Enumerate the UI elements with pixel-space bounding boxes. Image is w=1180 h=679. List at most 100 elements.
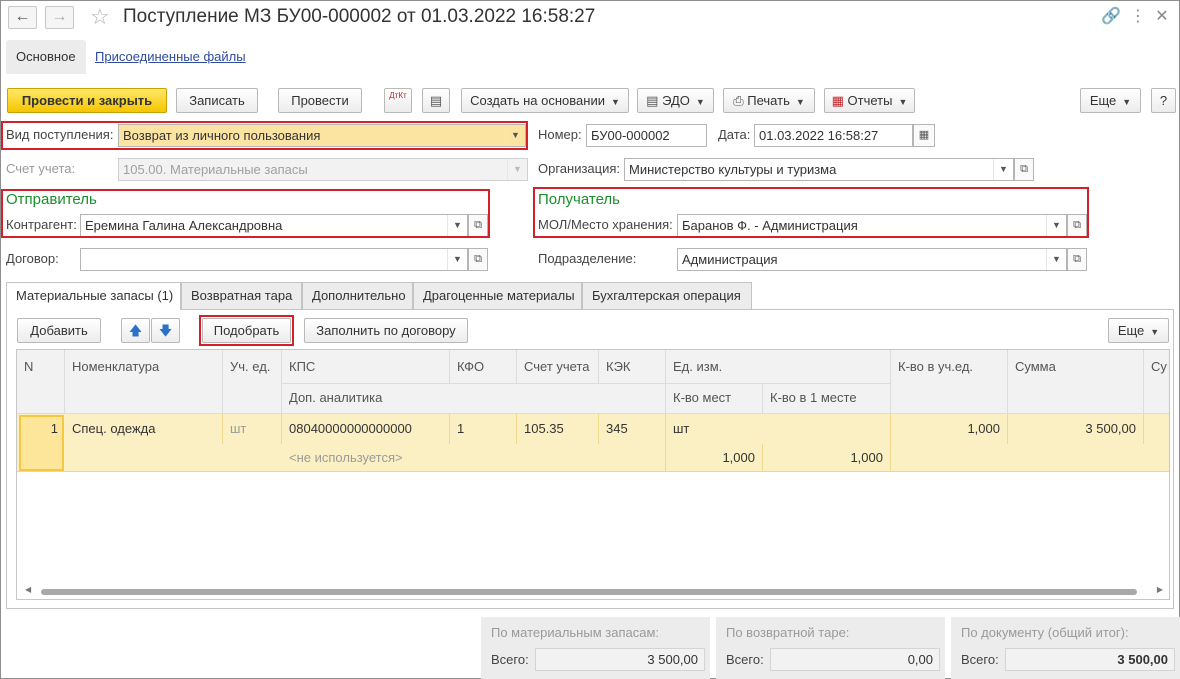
more-button[interactable]: Еще ▼: [1080, 88, 1141, 113]
grid-more-button[interactable]: Еще ▼: [1108, 318, 1169, 343]
dtkt-icon: ДтКт: [389, 91, 407, 100]
dropdown-icon[interactable]: ▼: [447, 249, 467, 270]
report-icon: ▦: [831, 93, 844, 108]
scrollbar-thumb[interactable]: [41, 589, 1137, 595]
materials-table: N Номенклатура Уч. ед. КПС КФО Счет учет…: [16, 349, 1170, 600]
col-header-unit[interactable]: Уч. ед.: [223, 350, 282, 414]
counterparty-value: Еремина Галина Александровна: [85, 218, 283, 233]
add-button[interactable]: Добавить: [17, 318, 101, 343]
forward-button[interactable]: →: [45, 6, 74, 29]
mol-open-button[interactable]: ⧉: [1067, 214, 1087, 237]
organization-field[interactable]: Министерство культуры и туризма ▼: [624, 158, 1014, 181]
fill-by-contract-button[interactable]: Заполнить по договору: [304, 318, 468, 343]
tab-returnable-tara[interactable]: Возвратная тара: [181, 282, 302, 309]
date-field[interactable]: 01.03.2022 16:58:27: [754, 124, 913, 147]
dropdown-icon[interactable]: ▼: [505, 125, 525, 146]
post-button[interactable]: Провести: [278, 88, 362, 113]
open-icon: ⧉: [474, 253, 482, 265]
division-label: Подразделение:: [538, 251, 637, 266]
tab-attached-files[interactable]: Присоединенные файлы: [95, 40, 246, 74]
horizontal-scrollbar[interactable]: ◀ ▶: [25, 585, 1163, 595]
close-icon[interactable]: ✕: [1152, 7, 1172, 27]
col-header-measure[interactable]: Ед. изм.: [666, 350, 891, 384]
counterparty-field[interactable]: Еремина Галина Александровна ▼: [80, 214, 468, 237]
cell-account: 105.35: [517, 414, 599, 444]
tab-precious[interactable]: Драгоценные материалы: [413, 282, 582, 309]
pick-button[interactable]: Подобрать: [202, 318, 291, 343]
sender-title: Отправитель: [6, 191, 97, 208]
mol-field[interactable]: Баранов Ф. - Администрация ▼: [677, 214, 1067, 237]
print-button[interactable]: ⎙ Печать ▼: [723, 88, 815, 113]
open-icon: ⧉: [1020, 163, 1028, 175]
dtkt-button[interactable]: ДтКт: [384, 88, 412, 113]
mol-label: МОЛ/Место хранения:: [538, 217, 673, 232]
reports-button[interactable]: ▦ Отчеты ▼: [824, 88, 915, 113]
totals-tara-caption: По возвратной таре:: [726, 625, 850, 640]
link-icon[interactable]: 🔗: [1101, 7, 1121, 27]
col-header-n[interactable]: N: [17, 350, 65, 414]
col-header-qty-unit[interactable]: К-во в уч.ед.: [891, 350, 1008, 414]
receiver-title: Получатель: [538, 191, 620, 208]
reports-label: Отчеты: [847, 93, 893, 108]
col-header-sum[interactable]: Сумма: [1008, 350, 1144, 414]
dropdown-icon[interactable]: ▼: [993, 159, 1013, 180]
star-icon[interactable]: ☆: [90, 4, 110, 30]
cell-places: 1,000: [666, 444, 763, 472]
date-value: 01.03.2022 16:58:27: [759, 128, 879, 143]
help-button[interactable]: ?: [1151, 88, 1176, 113]
more-label: Еще: [1089, 93, 1117, 108]
save-button[interactable]: Записать: [176, 88, 258, 113]
dropdown-icon: ▼: [507, 159, 527, 180]
division-open-button[interactable]: ⧉: [1067, 248, 1087, 271]
grid-more-label: Еще: [1117, 323, 1145, 338]
contract-field[interactable]: ▼: [80, 248, 468, 271]
totals-tara-label: Всего:: [726, 652, 764, 667]
dropdown-icon[interactable]: ▼: [1046, 215, 1066, 236]
caret-down-icon: ▼: [610, 97, 620, 107]
organization-open-button[interactable]: ⧉: [1014, 158, 1034, 181]
col-header-per-place[interactable]: К-во в 1 месте: [763, 384, 891, 414]
totals-materials: По материальным запасам: Всего: 3 500,00: [481, 617, 710, 679]
post-and-close-button[interactable]: Провести и закрыть: [7, 88, 167, 113]
scroll-right-icon[interactable]: ▶: [1157, 585, 1163, 594]
organization-label: Организация:: [538, 161, 621, 176]
receipt-type-field[interactable]: Возврат из личного пользования ▼: [118, 124, 526, 147]
caret-down-icon: ▼: [795, 97, 805, 107]
tab-additional[interactable]: Дополнительно: [302, 282, 413, 309]
col-header-su[interactable]: Су: [1144, 350, 1169, 414]
date-label: Дата:: [718, 127, 751, 142]
contract-open-button[interactable]: ⧉: [468, 248, 488, 271]
scroll-left-icon[interactable]: ◀: [25, 585, 31, 594]
col-header-extra[interactable]: Доп. аналитика: [282, 384, 666, 414]
totals-materials-caption: По материальным запасам:: [491, 625, 659, 640]
cell-sum: 3 500,00: [1008, 414, 1144, 444]
receipt-type-value: Возврат из личного пользования: [123, 128, 321, 143]
move-up-button[interactable]: 🡅: [121, 318, 150, 343]
receipt-type-label: Вид поступления:: [6, 127, 114, 142]
tab-materials[interactable]: Материальные запасы (1): [6, 282, 181, 310]
col-header-nomenclature[interactable]: Номенклатура: [65, 350, 223, 414]
list-button[interactable]: ▤: [422, 88, 450, 113]
totals-document-label: Всего:: [961, 652, 999, 667]
more-vertical-icon[interactable]: ⋮: [1128, 7, 1148, 27]
dropdown-icon[interactable]: ▼: [447, 215, 467, 236]
organization-value: Министерство культуры и туризма: [629, 162, 837, 177]
col-header-account[interactable]: Счет учета: [517, 350, 599, 384]
tab-accounting[interactable]: Бухгалтерская операция: [582, 282, 752, 309]
tab-main[interactable]: Основное: [6, 40, 86, 74]
col-header-places[interactable]: К-во мест: [666, 384, 763, 414]
col-header-kfo[interactable]: КФО: [450, 350, 517, 384]
create-based-on-button[interactable]: Создать на основании ▼: [461, 88, 629, 113]
counterparty-open-button[interactable]: ⧉: [468, 214, 488, 237]
division-field[interactable]: Администрация ▼: [677, 248, 1067, 271]
number-field[interactable]: БУ00-000002: [586, 124, 707, 147]
edo-icon: ▤: [646, 93, 659, 108]
back-button[interactable]: ←: [8, 6, 37, 29]
account-label: Счет учета:: [6, 161, 76, 176]
edo-button[interactable]: ▤ ЭДО ▼: [637, 88, 714, 113]
move-down-button[interactable]: 🡇: [151, 318, 180, 343]
calendar-button[interactable]: ▦: [913, 124, 935, 147]
col-header-kps[interactable]: КПС: [282, 350, 450, 384]
dropdown-icon[interactable]: ▼: [1046, 249, 1066, 270]
col-header-kek[interactable]: КЭК: [599, 350, 666, 384]
